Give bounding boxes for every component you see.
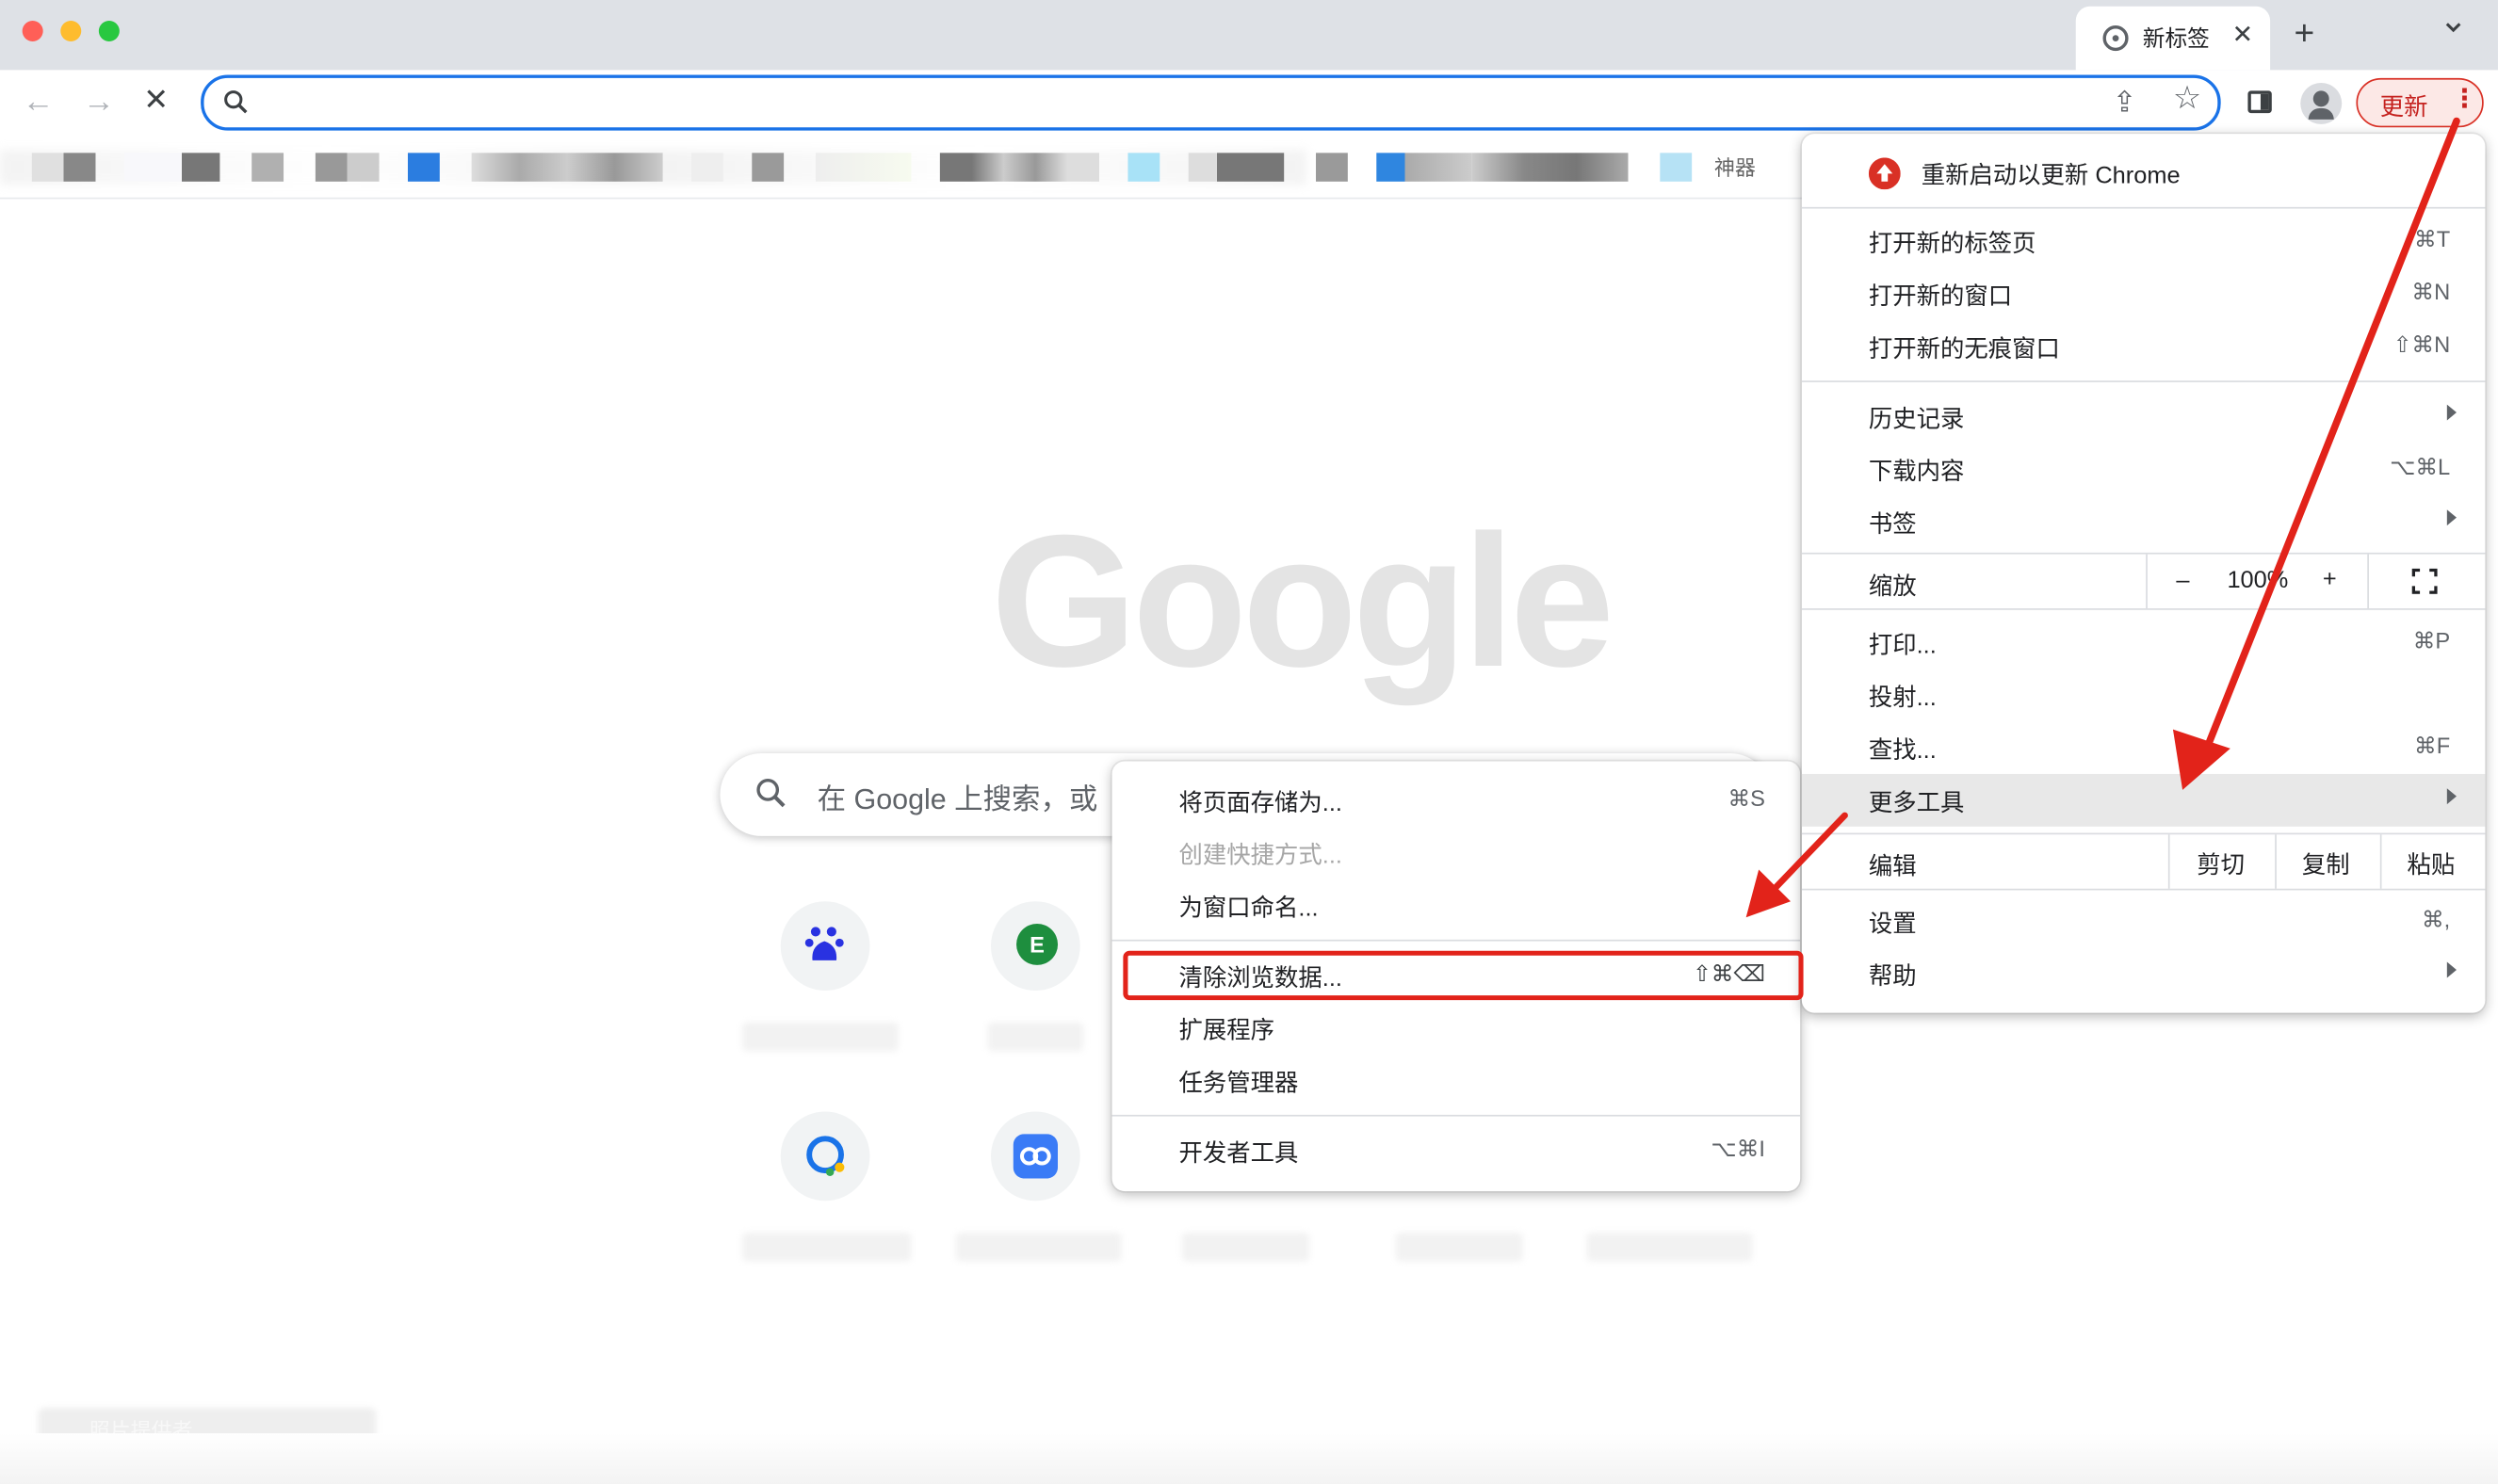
annotation-arrows — [1745, 117, 2460, 918]
arrow-to-clear-data — [1768, 812, 1848, 895]
arrow-head — [2172, 729, 2230, 790]
arrow-to-more-tools — [2204, 117, 2460, 750]
